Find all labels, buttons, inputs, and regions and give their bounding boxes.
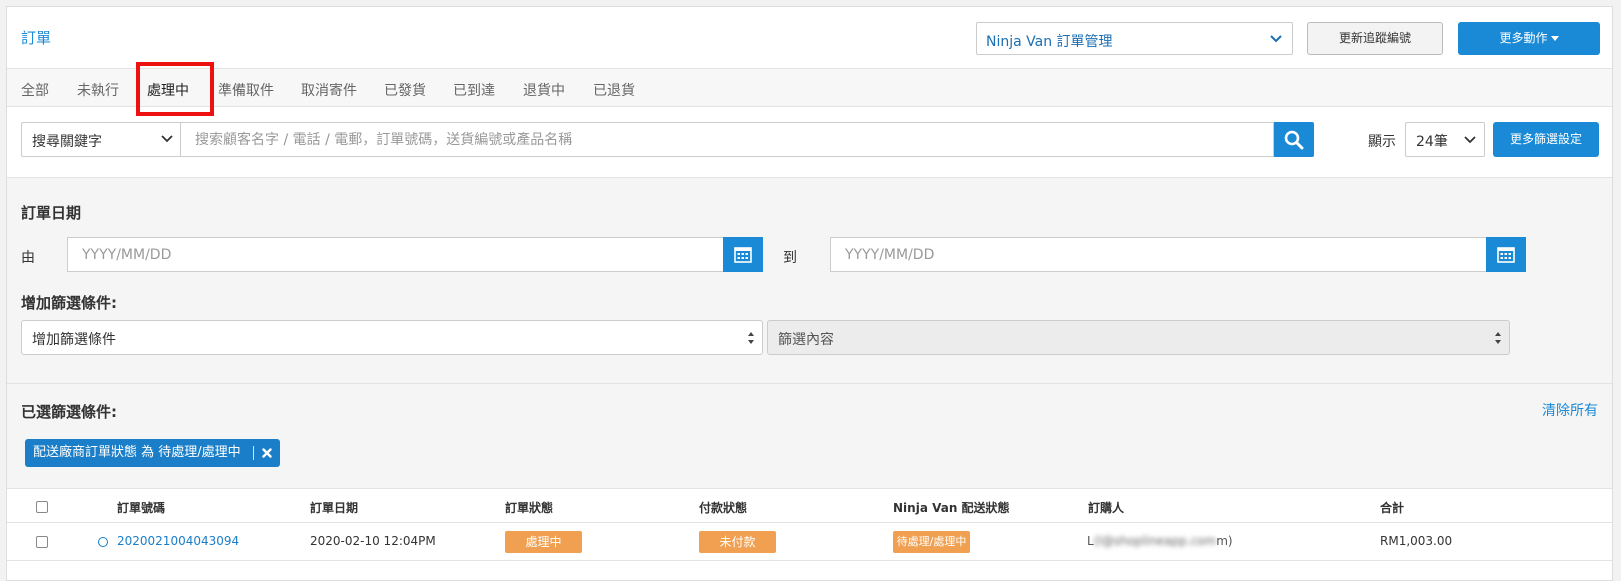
customer-cell: L(l@shoplineapp.comm): [1087, 534, 1233, 548]
search-button[interactable]: [1274, 122, 1314, 157]
show-count-label: 顯示: [1368, 134, 1396, 150]
add-condition-value: 增加篩選條件: [32, 332, 116, 348]
filter-chip-label: 配送廠商訂單狀態 為 待處理/處理中: [33, 445, 241, 460]
search-icon: [1284, 130, 1304, 150]
to-calendar-button[interactable]: [1486, 237, 1526, 272]
orders-table: 訂單號碼 訂單日期 訂單狀態 付款狀態 Ninja Van 配送狀態 訂購人 合…: [7, 489, 1612, 580]
calendar-icon: [1497, 247, 1515, 263]
to-label: 到: [783, 250, 797, 266]
keyword-select[interactable]: 搜尋關鍵字: [21, 122, 181, 157]
order-status-badge: 處理中: [505, 531, 582, 553]
more-actions-label: 更多動作: [1499, 31, 1548, 45]
to-date-input[interactable]: [830, 237, 1487, 272]
page-title: 訂單: [21, 29, 52, 47]
table-row[interactable]: 20200210040430​94 2020-02-10 12:04PM 處理中…: [7, 523, 1612, 561]
show-count-select[interactable]: 24筆: [1405, 122, 1485, 157]
status-tabs: 全部 未執行 處理中 準備取件 取消寄件 已發貨 已到達 退貨中 已退貨: [7, 69, 1612, 107]
chevron-down-icon: [1464, 136, 1476, 144]
calendar-icon: [734, 247, 752, 263]
selected-filters-panel: 已選篩選條件: 清除所有 配送廠商訂單狀態 為 待處理/處理中: [7, 384, 1612, 489]
tab-returning[interactable]: 退貨中: [523, 80, 565, 100]
select-all-checkbox[interactable]: [36, 501, 48, 513]
from-label: 由: [21, 250, 35, 266]
add-condition-select[interactable]: 增加篩選條件: [21, 320, 763, 355]
update-tracking-button[interactable]: 更新追蹤編號: [1307, 22, 1443, 55]
filter-content-select[interactable]: 篩選內容: [767, 320, 1510, 355]
tab-arrived[interactable]: 已到達: [453, 80, 495, 100]
payment-status-badge: 未付款: [699, 531, 776, 553]
status-ring-icon: [98, 537, 108, 547]
order-date: 2020-02-10 12:04PM: [310, 534, 436, 548]
keyword-select-value: 搜尋關鍵字: [32, 134, 102, 150]
tab-ready-pickup[interactable]: 準備取件: [218, 80, 274, 100]
header-order-status: 訂單狀態: [505, 501, 554, 515]
header-customer: 訂購人: [1088, 501, 1125, 515]
order-total: RM1,003.00: [1380, 534, 1453, 548]
tab-shipped[interactable]: 已發貨: [384, 80, 426, 100]
customer-tail: m): [1216, 534, 1233, 548]
header-payment-status: 付款狀態: [699, 501, 748, 515]
order-date-title: 訂單日期: [21, 204, 82, 222]
search-bar: 搜尋關鍵字 顯示 24筆 更多篩選設定: [7, 107, 1612, 178]
chip-divider: [252, 446, 254, 460]
search-input[interactable]: [180, 122, 1274, 157]
header-order-date: 訂單日期: [310, 501, 359, 515]
customer-initial: L: [1087, 534, 1094, 548]
add-condition-title: 增加篩選條件:: [21, 294, 117, 312]
order-number-link[interactable]: 20200210040430​94: [117, 534, 239, 548]
chevron-down-icon: [1270, 35, 1282, 43]
select-arrows-icon: [1495, 332, 1501, 344]
header-delivery-status: Ninja Van 配送狀態: [893, 501, 1010, 515]
channel-select[interactable]: Ninja Van 訂單管理: [976, 22, 1293, 55]
tab-cancel-shipment[interactable]: 取消寄件: [301, 80, 357, 100]
tab-unfulfilled[interactable]: 未執行: [77, 80, 119, 100]
more-actions-button[interactable]: 更多動作: [1458, 22, 1600, 55]
close-icon[interactable]: [261, 448, 272, 458]
more-filters-button[interactable]: 更多篩選設定: [1493, 122, 1599, 157]
customer-blurred-email: (l@shoplineapp.com: [1093, 534, 1217, 548]
from-date-input[interactable]: [67, 237, 724, 272]
filter-panel: 訂單日期 由 到 增加篩選條件: 增加篩選條件 篩選內容: [7, 178, 1612, 384]
header-total: 合計: [1380, 501, 1405, 515]
table-header: 訂單號碼 訂單日期 訂單狀態 付款狀態 Ninja Van 配送狀態 訂購人 合…: [7, 489, 1612, 523]
header-order-number: 訂單號碼: [117, 501, 166, 515]
chevron-down-icon: [161, 135, 173, 143]
clear-all-link[interactable]: 清除所有: [1542, 400, 1598, 420]
filter-content-value: 篩選內容: [778, 332, 834, 348]
select-arrows-icon: [748, 332, 754, 344]
selected-filters-title: 已選篩選條件:: [21, 403, 117, 421]
order-page: 訂單 Ninja Van 訂單管理 更新追蹤編號 更多動作 全部 未執行 處理中…: [6, 6, 1613, 581]
page-header: 訂單 Ninja Van 訂單管理 更新追蹤編號 更多動作: [7, 7, 1612, 69]
active-tab-highlight: [136, 62, 214, 116]
filter-chip: 配送廠商訂單狀態 為 待處理/處理中: [25, 439, 280, 467]
from-calendar-button[interactable]: [723, 237, 763, 272]
show-count-value: 24筆: [1416, 134, 1448, 150]
tab-all[interactable]: 全部: [21, 80, 49, 100]
tab-returned[interactable]: 已退貨: [593, 80, 635, 100]
row-checkbox[interactable]: [36, 536, 48, 548]
caret-down-icon: [1550, 36, 1559, 41]
channel-select-value: Ninja Van 訂單管理: [986, 34, 1113, 50]
delivery-status-badge: 待處理/處理中: [893, 531, 970, 553]
